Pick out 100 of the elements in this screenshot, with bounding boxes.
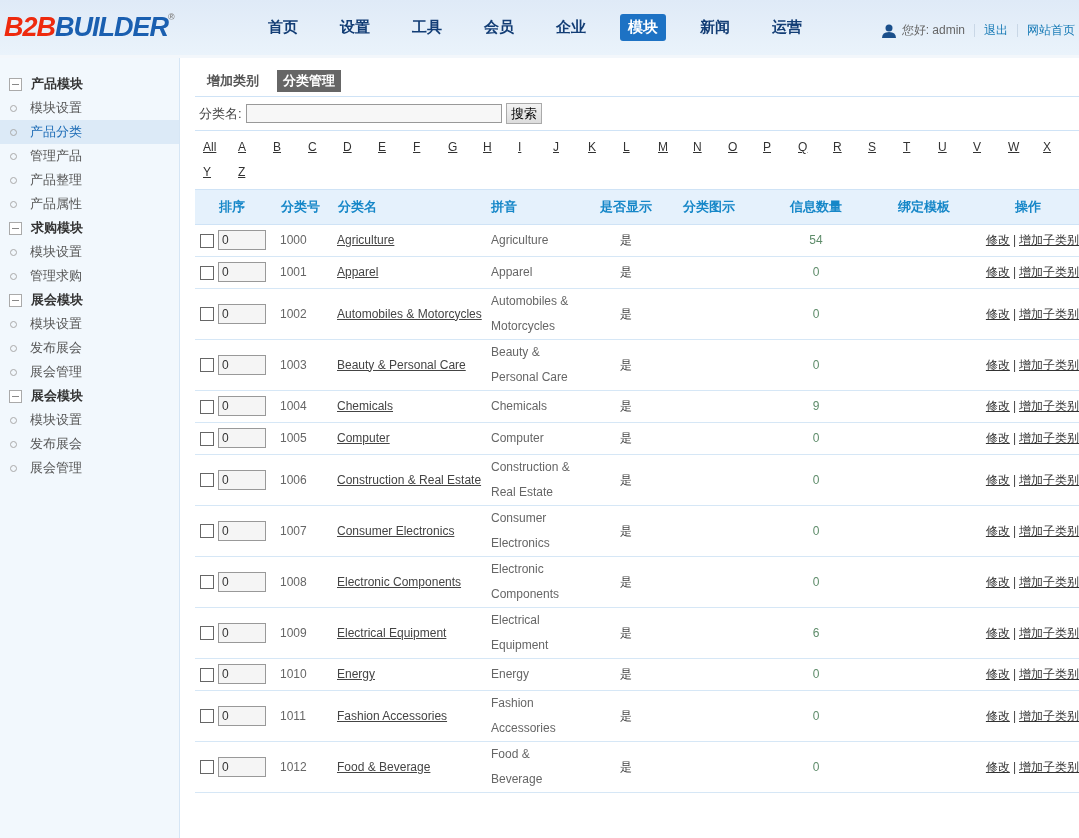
action-link[interactable]: 增加子类别 [1019,265,1079,279]
row-checkbox[interactable] [200,626,214,641]
order-field[interactable]: 0 [218,756,266,777]
order-field[interactable]: 0 [218,428,266,448]
letter-link[interactable]: F [413,135,448,160]
row-checkbox[interactable] [200,307,214,322]
letter-link[interactable]: O [728,135,763,160]
nav-tab[interactable]: 企业 [548,14,594,41]
sidebar-item[interactable]: 发布展会 [30,435,82,453]
row-checkbox[interactable] [200,667,214,682]
action-link[interactable]: 修改 [985,399,1010,413]
letter-link[interactable]: Y [203,160,238,185]
collapse-icon[interactable] [9,293,22,307]
letter-link[interactable]: H [483,135,518,160]
collapse-icon[interactable] [9,389,22,403]
nav-tab[interactable]: 设置 [332,14,378,41]
letter-link[interactable]: Q [798,135,833,160]
action-link[interactable]: 增加子类别 [1019,233,1079,247]
order-field[interactable]: 0 [218,354,266,375]
letter-link[interactable]: T [903,135,938,160]
order-field[interactable]: 0 [218,664,266,684]
order-field[interactable]: 0 [218,469,266,490]
sidebar-item[interactable]: 管理产品 [30,147,82,165]
letter-link[interactable]: W [1008,135,1043,160]
letter-link[interactable]: P [763,135,798,160]
order-field[interactable]: 0 [218,230,266,250]
order-field[interactable]: 0 [218,396,266,416]
sidebar-item[interactable]: 模块设置 [30,315,82,333]
letter-link[interactable]: X [1043,135,1078,160]
nav-tab[interactable]: 新闻 [692,14,738,41]
category-link[interactable]: Apparel [337,260,387,285]
action-link[interactable]: 修改 [985,523,1010,538]
action-link[interactable]: 增加子类别 [1019,472,1079,487]
action-link[interactable]: 修改 [985,265,1010,279]
collapse-icon[interactable] [9,77,22,91]
action-link[interactable]: 增加子类别 [1019,574,1079,589]
row-checkbox[interactable] [200,399,214,414]
sidebar-group-title[interactable]: 产品模块 [31,75,83,93]
action-link[interactable]: 增加子类别 [1019,431,1079,445]
row-checkbox[interactable] [200,524,214,539]
row-checkbox[interactable] [200,358,214,373]
action-link[interactable]: 增加子类别 [1019,667,1079,681]
category-link[interactable]: Computer [337,426,398,451]
header-link[interactable]: 退出 [984,22,1008,39]
letter-link[interactable]: D [343,135,378,160]
action-link[interactable]: 修改 [985,431,1010,445]
order-field[interactable]: 0 [218,262,266,282]
letter-link[interactable]: B [273,135,308,160]
category-link[interactable]: Food & Beverage [337,754,439,780]
action-link[interactable]: 修改 [985,357,1010,372]
category-link[interactable]: Construction & Real Estate [337,467,490,493]
order-field[interactable]: 0 [218,520,266,541]
category-link[interactable]: Electronic Components [337,569,470,595]
action-link[interactable]: 增加子类别 [1019,357,1079,372]
category-link[interactable]: Automobiles & Motorcycles [337,301,490,327]
nav-tab[interactable]: 工具 [404,14,450,41]
nav-tab[interactable]: 会员 [476,14,522,41]
sidebar-item[interactable]: 展会管理 [30,459,82,477]
letter-link[interactable]: U [938,135,973,160]
sidebar-item[interactable]: 产品属性 [30,195,82,213]
category-link[interactable]: Chemicals [337,394,401,419]
row-checkbox[interactable] [200,760,214,775]
row-checkbox[interactable] [200,473,214,488]
letter-link[interactable]: E [378,135,413,160]
nav-tab[interactable]: 模块 [620,14,666,41]
sidebar-item[interactable]: 模块设置 [30,243,82,261]
sidebar-item[interactable]: 模块设置 [30,99,82,117]
sidebar-item[interactable]: 展会管理 [30,363,82,381]
collapse-icon[interactable] [9,221,22,235]
action-link[interactable]: 增加子类别 [1019,759,1079,774]
sidebar-group-title[interactable]: 展会模块 [31,387,83,405]
action-link[interactable]: 修改 [985,667,1010,681]
category-link[interactable]: Energy [337,662,384,687]
action-link[interactable]: 增加子类别 [1019,625,1079,640]
action-link[interactable]: 增加子类别 [1019,399,1079,413]
row-checkbox[interactable] [200,233,214,248]
sidebar-item[interactable]: 模块设置 [30,411,82,429]
row-checkbox[interactable] [200,431,214,446]
search-field[interactable] [245,104,502,123]
action-link[interactable]: 增加子类别 [1019,523,1079,538]
letter-link[interactable]: L [623,135,658,160]
action-link[interactable]: 修改 [985,233,1010,247]
sidebar-group-title[interactable]: 求购模块 [31,219,83,237]
letter-link[interactable]: G [448,135,483,160]
letter-link[interactable]: Z [238,160,273,185]
tab[interactable]: 分类管理 [277,70,341,92]
order-field[interactable]: 0 [218,303,266,324]
category-link[interactable]: Consumer Electronics [337,518,463,544]
sidebar-item[interactable]: 管理求购 [30,267,82,285]
order-field[interactable]: 0 [218,622,266,643]
action-link[interactable]: 修改 [985,574,1010,589]
category-link[interactable]: Agriculture [337,228,403,253]
tab[interactable]: 增加类别 [201,70,265,92]
row-checkbox[interactable] [200,265,214,280]
row-checkbox[interactable] [200,575,214,590]
action-link[interactable]: 修改 [985,759,1010,774]
sidebar-group-title[interactable]: 展会模块 [31,291,83,309]
search-button[interactable]: 搜索 [505,103,542,124]
category-link[interactable]: Electrical Equipment [337,620,455,646]
letter-link[interactable]: I [518,135,553,160]
